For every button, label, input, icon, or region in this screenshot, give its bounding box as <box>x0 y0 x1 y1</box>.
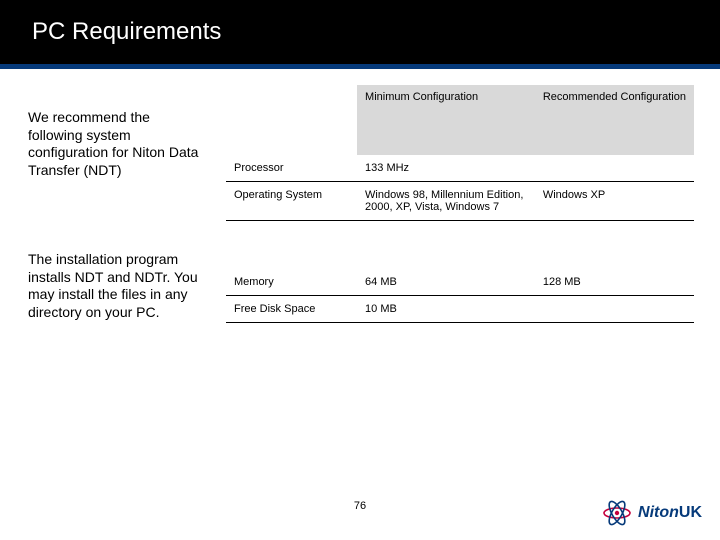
cell-min: 64 MB <box>357 269 535 296</box>
title-bar: PC Requirements <box>0 0 720 64</box>
cell-min: 10 MB <box>357 295 535 322</box>
content-area: We recommend the following system config… <box>0 69 720 323</box>
table-gap-row <box>226 221 694 269</box>
cell-rec: 128 MB <box>535 269 694 296</box>
table-row: Memory 64 MB 128 MB <box>226 269 694 296</box>
table-header-row: Minimum Configuration Recommended Config… <box>226 85 694 155</box>
cell-rec: Windows XP <box>535 182 694 221</box>
requirements-table-wrap: Minimum Configuration Recommended Config… <box>226 85 694 323</box>
brand-suffix: UK <box>679 504 702 521</box>
brand-name: Niton <box>638 504 679 521</box>
requirements-table: Minimum Configuration Recommended Config… <box>226 85 694 323</box>
brand-logo: NitonUK <box>602 498 702 528</box>
header-spec <box>226 85 357 155</box>
cell-min: 133 MHz <box>357 155 535 182</box>
intro-paragraph-2: The installation program installs NDT an… <box>28 251 208 321</box>
page-title: PC Requirements <box>32 18 221 46</box>
cell-rec <box>535 155 694 182</box>
brand-text: NitonUK <box>638 504 702 522</box>
header-rec: Recommended Configuration <box>535 85 694 155</box>
table-row: Operating System Windows 98, Millennium … <box>226 182 694 221</box>
cell-spec: Free Disk Space <box>226 295 357 322</box>
cell-spec: Operating System <box>226 182 357 221</box>
cell-spec: Processor <box>226 155 357 182</box>
cell-rec <box>535 295 694 322</box>
table-row: Free Disk Space 10 MB <box>226 295 694 322</box>
header-min: Minimum Configuration <box>357 85 535 155</box>
table-row: Processor 133 MHz <box>226 155 694 182</box>
atom-icon <box>602 498 632 528</box>
intro-paragraph-1: We recommend the following system config… <box>28 109 208 179</box>
cell-spec: Memory <box>226 269 357 296</box>
cell-min: Windows 98, Millennium Edition, 2000, XP… <box>357 182 535 221</box>
left-column: We recommend the following system config… <box>28 85 208 323</box>
